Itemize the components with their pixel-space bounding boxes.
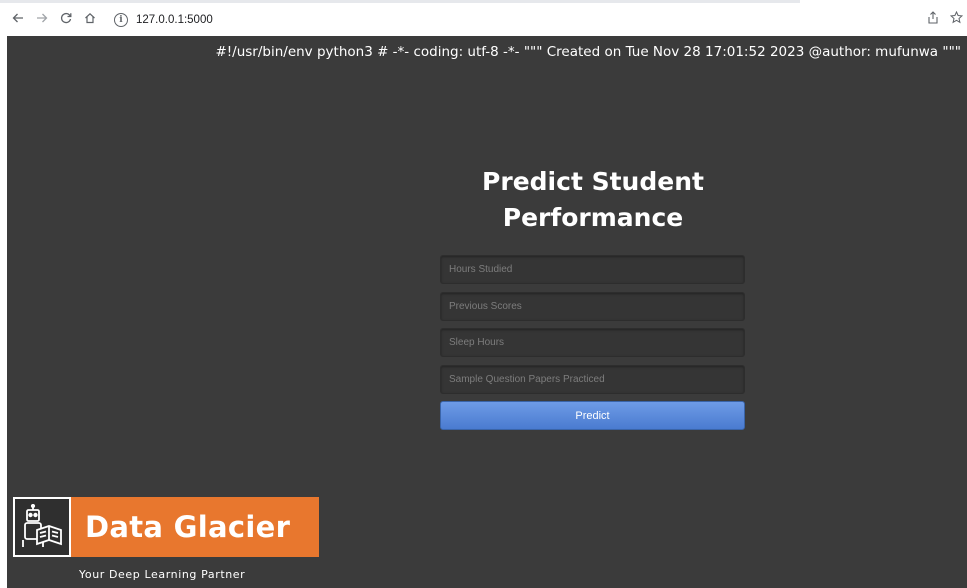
address-bar[interactable]: i 127.0.0.1:5000 (114, 9, 794, 31)
sample-papers-input[interactable] (440, 364, 745, 394)
arrow-right-icon (37, 13, 48, 23)
logo-tagline: Your Deep Learning Partner (79, 568, 246, 581)
reload-button[interactable] (57, 11, 75, 29)
forward-button[interactable] (33, 11, 51, 29)
logo-name: Data Glacier (85, 510, 291, 544)
home-button[interactable] (81, 11, 99, 29)
share-button[interactable] (927, 11, 939, 30)
logo-icon-box (13, 497, 71, 557)
page-body: #!/usr/bin/env python3 # -*- coding: utf… (7, 36, 967, 588)
star-icon (949, 10, 964, 24)
previous-scores-input[interactable] (440, 291, 745, 321)
logo-name-box: Data Glacier (71, 497, 319, 557)
reload-icon (60, 12, 72, 24)
tab-strip-edge (0, 0, 800, 3)
browser-toolbar: i 127.0.0.1:5000 (0, 0, 967, 36)
bookmark-button[interactable] (949, 10, 964, 30)
hours-studied-input[interactable] (440, 255, 745, 284)
back-button[interactable] (9, 11, 27, 29)
info-icon[interactable]: i (114, 13, 128, 27)
prediction-form: Predict (440, 255, 746, 430)
code-header-text: #!/usr/bin/env python3 # -*- coding: utf… (215, 44, 961, 60)
home-icon (85, 12, 95, 24)
predict-button[interactable]: Predict (440, 401, 745, 430)
share-icon (928, 11, 938, 24)
reading-robot-icon (22, 504, 62, 547)
page-title: Predict Student Performance (482, 167, 704, 232)
sleep-hours-input[interactable] (440, 328, 745, 357)
arrow-left-icon (12, 13, 23, 23)
url-text: 127.0.0.1:5000 (136, 14, 213, 26)
data-glacier-logo: Data Glacier (13, 497, 319, 557)
